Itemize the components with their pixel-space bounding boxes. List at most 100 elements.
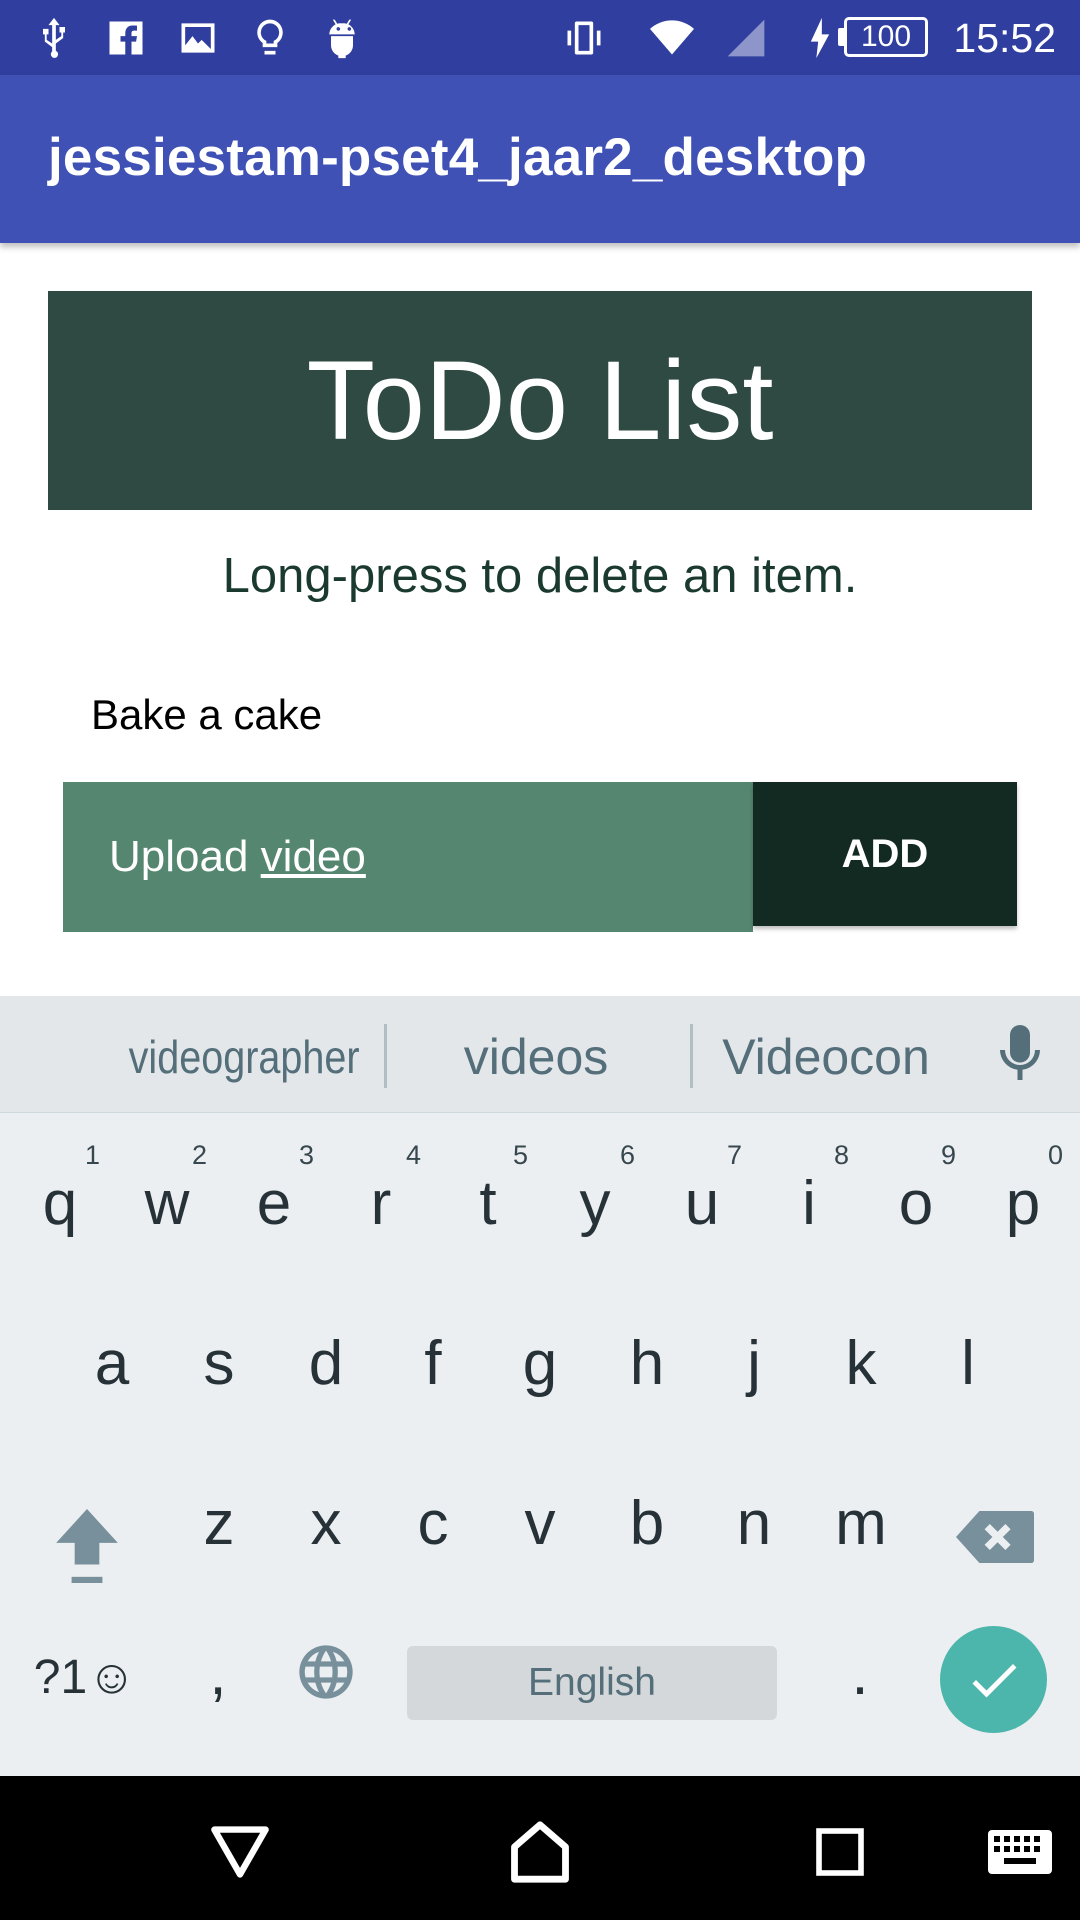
space-key[interactable]: English	[407, 1646, 777, 1720]
battery-icon: 100	[844, 17, 928, 57]
key-d[interactable]: d	[276, 1292, 376, 1422]
key-f[interactable]: f	[383, 1292, 483, 1422]
key-letter: y	[579, 1169, 611, 1238]
key-letter: e	[256, 1169, 292, 1238]
symbols-key[interactable]: ?1☺	[20, 1608, 150, 1738]
key-letter: w	[144, 1169, 190, 1238]
soft-keyboard: videographer videos Videocon 1q2w3e4r5t6…	[0, 996, 1080, 1776]
key-g[interactable]: g	[490, 1292, 590, 1422]
key-letter: c	[417, 1489, 449, 1558]
key-m[interactable]: m	[811, 1452, 911, 1582]
key-k[interactable]: k	[811, 1292, 911, 1422]
back-icon[interactable]	[200, 1812, 280, 1892]
key-letter: q	[42, 1169, 78, 1238]
period-key[interactable]: .	[810, 1608, 910, 1738]
key-letter: r	[370, 1169, 392, 1238]
new-item-input[interactable]: Upload video	[63, 782, 753, 932]
key-letter: h	[629, 1329, 665, 1398]
key-letter: g	[522, 1329, 558, 1398]
key-letter: s	[203, 1329, 235, 1398]
key-hint-digit: 6	[619, 1140, 635, 1170]
key-i[interactable]: 8i	[759, 1132, 859, 1262]
status-bar: 100 15:52	[0, 0, 1080, 75]
keyboard-switch-icon[interactable]	[980, 1812, 1060, 1892]
backspace-key[interactable]	[940, 1481, 1050, 1611]
key-letter: t	[479, 1169, 497, 1238]
wifi-icon	[648, 14, 696, 62]
delete-hint-text: Long-press to delete an item.	[222, 549, 858, 603]
status-clock: 15:52	[953, 15, 1056, 61]
input-text-prefix: Upload	[109, 832, 261, 881]
key-c[interactable]: c	[383, 1452, 483, 1582]
key-letter: z	[203, 1489, 235, 1558]
navigation-bar	[0, 1776, 1080, 1920]
input-composing-word: video	[260, 832, 366, 881]
key-hint-digit: 3	[298, 1140, 314, 1170]
signal-icon	[722, 14, 770, 62]
page-title: ToDo List	[306, 338, 774, 463]
key-l[interactable]: l	[918, 1292, 1018, 1422]
shift-key[interactable]	[36, 1481, 136, 1611]
suggestion-2[interactable]: videos	[400, 996, 672, 1113]
key-b[interactable]: b	[597, 1452, 697, 1582]
add-button[interactable]: ADD	[753, 782, 1017, 926]
key-hint-digit: 9	[940, 1140, 956, 1170]
key-letter: j	[747, 1329, 761, 1398]
key-q[interactable]: 1q	[10, 1132, 110, 1262]
globe-key[interactable]	[274, 1608, 374, 1738]
key-n[interactable]: n	[704, 1452, 804, 1582]
key-letter: k	[845, 1329, 877, 1398]
suggestion-divider	[384, 1024, 387, 1088]
key-hint-digit: 7	[726, 1140, 742, 1170]
home-icon[interactable]	[500, 1812, 580, 1892]
recents-icon[interactable]	[800, 1812, 880, 1892]
key-y[interactable]: 6y	[545, 1132, 645, 1262]
key-u[interactable]: 7u	[652, 1132, 752, 1262]
app-title: jessiestam-pset4_jaar2_desktop	[48, 128, 868, 187]
image-icon	[174, 14, 222, 62]
key-j[interactable]: j	[704, 1292, 804, 1422]
period-key-label: .	[851, 1639, 869, 1708]
lightbulb-icon	[246, 14, 294, 62]
key-letter: b	[629, 1489, 665, 1558]
comma-key-label: ,	[209, 1639, 227, 1708]
suggestion-divider	[690, 1024, 693, 1088]
key-letter: n	[736, 1489, 772, 1558]
key-letter: x	[310, 1489, 342, 1558]
key-hint-digit: 4	[405, 1140, 421, 1170]
facebook-icon	[102, 14, 150, 62]
key-hint-digit: 2	[191, 1140, 207, 1170]
app-bar: jessiestam-pset4_jaar2_desktop	[0, 75, 1080, 243]
vibrate-icon	[560, 14, 608, 62]
key-v[interactable]: v	[490, 1452, 590, 1582]
key-o[interactable]: 9o	[866, 1132, 966, 1262]
todo-list: Bake a cake	[0, 680, 1080, 750]
key-s[interactable]: s	[169, 1292, 269, 1422]
key-r[interactable]: 4r	[331, 1132, 431, 1262]
key-p[interactable]: 0p	[973, 1132, 1073, 1262]
suggestion-strip: videographer videos Videocon	[0, 996, 1080, 1113]
key-hint-digit: 5	[512, 1140, 528, 1170]
suggestion-1[interactable]: videographer	[129, 996, 360, 1113]
comma-key[interactable]: ,	[168, 1608, 268, 1738]
key-t[interactable]: 5t	[438, 1132, 538, 1262]
key-w[interactable]: 2w	[117, 1132, 217, 1262]
key-letter: a	[94, 1329, 130, 1398]
checkmark-icon	[972, 1663, 1016, 1697]
todo-header-banner: ToDo List	[48, 291, 1032, 510]
done-key[interactable]	[940, 1626, 1047, 1733]
charging-icon	[804, 14, 836, 62]
android-icon	[318, 14, 366, 62]
key-letter: u	[684, 1169, 720, 1238]
symbols-key-label: ?1☺	[33, 1651, 137, 1704]
microphone-icon[interactable]	[990, 1022, 1050, 1088]
key-e[interactable]: 3e	[224, 1132, 324, 1262]
key-x[interactable]: x	[276, 1452, 376, 1582]
key-a[interactable]: a	[62, 1292, 162, 1422]
list-item[interactable]: Bake a cake	[0, 680, 1080, 750]
key-h[interactable]: h	[597, 1292, 697, 1422]
suggestion-3[interactable]: Videocon	[700, 996, 952, 1113]
key-letter: i	[802, 1169, 816, 1238]
key-hint-digit: 1	[84, 1140, 100, 1170]
key-z[interactable]: z	[169, 1452, 269, 1582]
